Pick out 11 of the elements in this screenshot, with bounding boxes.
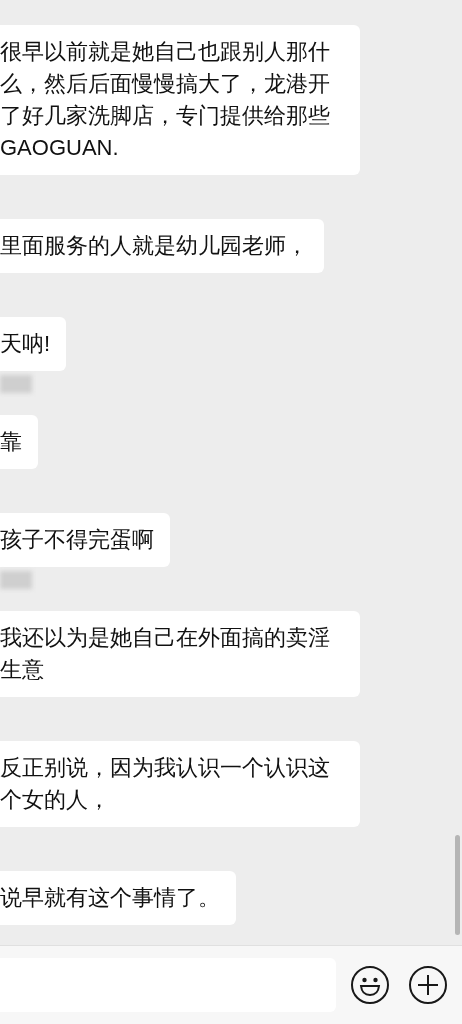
message-text: 孩子不得完蛋啊	[0, 526, 154, 554]
message-text: 靠	[0, 428, 22, 456]
message-text: 反正别说，因为我认识一个认识这个女的人，	[0, 754, 331, 814]
message-text: 说早就有这个事情了。	[0, 884, 220, 912]
plus-icon[interactable]	[408, 965, 448, 1005]
message-text: 很早以前就是她自己也跟别人那什么，然后后面慢慢搞大了，龙港开了好几家洗脚店，专门提供给那些GAOGUAN.	[0, 38, 331, 162]
message-text: 我还以为是她自己在外面搞的卖淫生意	[0, 624, 331, 684]
scrollbar[interactable]	[455, 835, 460, 935]
emoji-icon[interactable]	[350, 965, 390, 1005]
message-text: 里面服务的人就是幼儿园老师，	[0, 232, 308, 260]
message-text: 天呐!	[0, 330, 51, 358]
